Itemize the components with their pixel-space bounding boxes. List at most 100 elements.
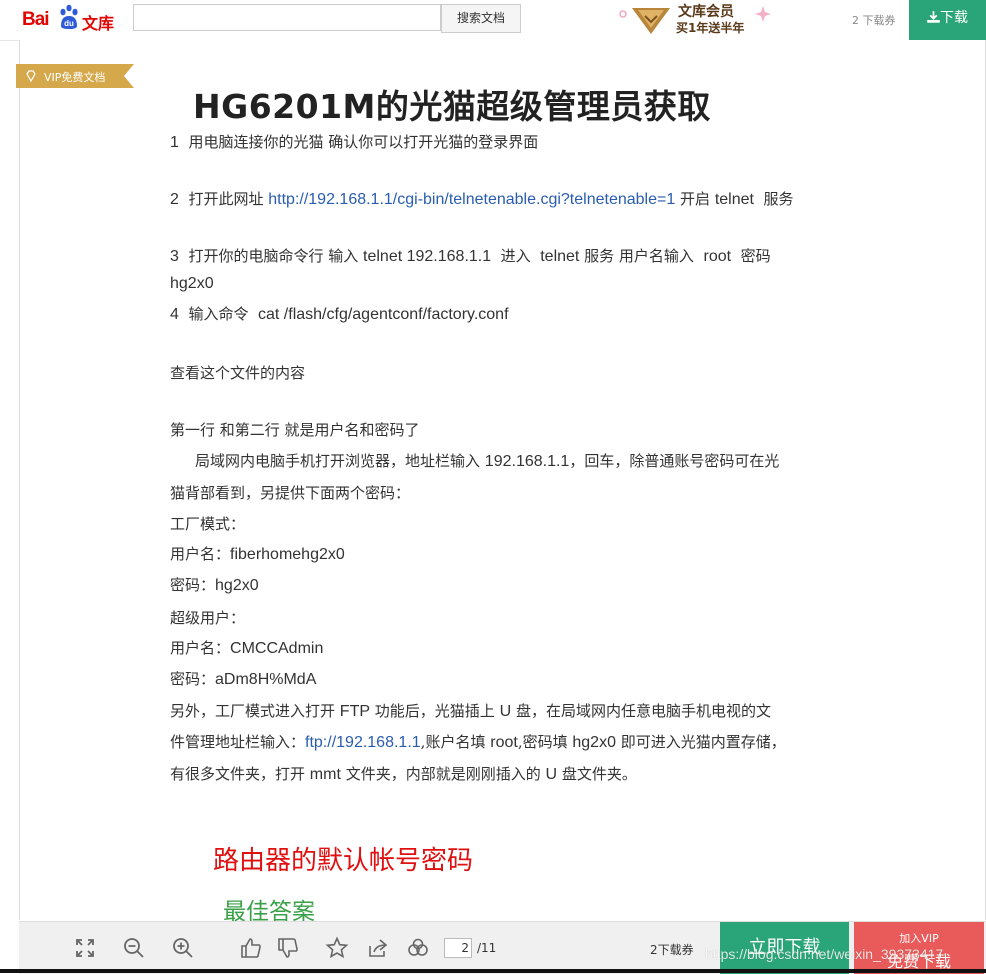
line-text: ,账户名填 bbox=[420, 733, 486, 751]
line-text: 局域网内电脑手机打开浏览器，地址栏输入 bbox=[195, 452, 481, 470]
vip-heart-icon bbox=[619, 8, 670, 34]
window-bottom-edge bbox=[0, 969, 986, 973]
line-text: 有很多文件夹，打开 bbox=[170, 765, 306, 783]
baidu-paw-icon: du bbox=[60, 4, 78, 29]
sparkle-icon bbox=[755, 6, 771, 22]
like-button[interactable] bbox=[239, 936, 263, 960]
thumbs-down-icon bbox=[278, 938, 298, 958]
line-text: U bbox=[499, 703, 512, 720]
zoom-out-icon bbox=[124, 938, 144, 958]
line-text: root bbox=[703, 248, 732, 265]
diamond-icon bbox=[26, 70, 36, 82]
baidu-wenku-logo[interactable]: Bai du 文库 bbox=[22, 4, 118, 33]
line-text: 用户名： bbox=[170, 639, 231, 657]
line-text: 密码 bbox=[740, 247, 771, 265]
doc-line-4: 4 输入命令 cat /flash/cfg/agentconf/factory.… bbox=[170, 303, 509, 324]
vip-free-ribbon: VIP免费文档 bbox=[16, 64, 134, 88]
telnetenable-link[interactable]: http://192.168.1.1/cgi-bin/telnetenable.… bbox=[268, 191, 675, 208]
logo-bai-text: Bai bbox=[22, 9, 50, 30]
line-text: 件管理地址栏输入： bbox=[170, 733, 306, 751]
join-vip-label: 加入VIP bbox=[899, 932, 939, 945]
line-text: ,密码填 bbox=[517, 733, 568, 751]
doc-line-3b: hg2x0 bbox=[170, 274, 214, 293]
favorite-button[interactable] bbox=[325, 936, 349, 960]
line-text: 192.168.1.1 bbox=[484, 453, 570, 470]
doc-line-5: 查看这个文件的内容 bbox=[170, 364, 306, 382]
download-label: 下载 bbox=[940, 10, 968, 26]
super-user-label: 超级用户： bbox=[170, 609, 246, 627]
dislike-button[interactable] bbox=[276, 936, 300, 960]
line-text: 即可进入光猫内置存储， bbox=[620, 733, 786, 751]
vip-promo-subtitle: 买1年送半年 bbox=[676, 21, 745, 35]
ribbon-text: VIP免费文档 bbox=[44, 71, 106, 84]
line-text: 密码： bbox=[170, 576, 216, 594]
zoom-out-button[interactable] bbox=[122, 936, 146, 960]
page-number-input[interactable]: 2 bbox=[444, 938, 472, 958]
line-text: 盘文件夹。 bbox=[561, 765, 637, 783]
logo-wenku-text: 文库 bbox=[82, 14, 115, 33]
related-button[interactable] bbox=[406, 936, 430, 960]
line-text: 开启 bbox=[680, 190, 711, 208]
csdn-watermark: https://blog.csdn.net/weixin_39373417 bbox=[705, 946, 944, 962]
download-icon bbox=[927, 11, 940, 23]
line-text: 服务 用户名输入 bbox=[584, 247, 694, 265]
doc-line-6: 第一行 和第二行 就是用户名和密码了 bbox=[170, 421, 420, 439]
factory-mode-label: 工厂模式： bbox=[170, 515, 246, 533]
vip-promo-title: 文库会员 bbox=[678, 4, 734, 20]
doc-para-2: 另外，工厂模式进入打开 FTP 功能后，光猫插上 U 盘，在局域网内任意电脑手机… bbox=[170, 700, 771, 721]
line-text: hg2x0 bbox=[170, 275, 214, 292]
line-text: telnet 192.168.1.1 bbox=[363, 248, 492, 265]
line-text: telnet bbox=[714, 191, 754, 208]
page-total: /11 bbox=[477, 941, 497, 955]
ftp-link[interactable]: ftp://192.168.1.1 bbox=[305, 734, 421, 751]
line-text: 用户名： bbox=[170, 545, 231, 563]
fullscreen-icon bbox=[76, 939, 94, 957]
line-text: hg2x0 bbox=[215, 577, 259, 594]
fullscreen-button[interactable] bbox=[73, 936, 97, 960]
logo-du-text: du bbox=[64, 19, 74, 28]
line-text: 密码： bbox=[170, 670, 216, 688]
cloud-link-icon bbox=[408, 938, 428, 956]
step-number: 3 bbox=[170, 248, 179, 265]
document-page bbox=[19, 40, 986, 920]
line-text: 打开你的电脑命令行 输入 bbox=[188, 247, 359, 265]
super-user-line: 用户名：CMCCAdmin bbox=[170, 637, 323, 658]
line-text: root bbox=[490, 734, 518, 751]
doc-para-1b: 猫背部看到，另提供下面两个密码： bbox=[170, 484, 411, 502]
line-text: aDm8H%MdA bbox=[215, 671, 317, 688]
line-text: 功能后，光猫插上 bbox=[374, 702, 495, 720]
router-password-heading: 路由器的默认帐号密码 bbox=[213, 846, 474, 876]
line-text: 进入 bbox=[500, 247, 531, 265]
line-text: telnet bbox=[540, 248, 580, 265]
download-button-top[interactable]: 下载 bbox=[909, 0, 986, 40]
share-icon bbox=[369, 939, 388, 957]
thumbs-up-icon bbox=[241, 938, 261, 958]
line-text: FTP bbox=[339, 703, 371, 720]
doc-para-1: 局域网内电脑手机打开浏览器，地址栏输入 192.168.1.1，回车，除普通账号… bbox=[195, 450, 779, 471]
line-text: 盘，在局域网内任意电脑手机电视的文 bbox=[515, 702, 771, 720]
line-text: 用电脑连接你的光猫 确认你可以打开光猫的登录界面 bbox=[188, 133, 539, 151]
line-text: cat /flash/cfg/agentconf/factory.conf bbox=[258, 306, 509, 323]
document-title: HG6201M的光猫超级管理员获取 bbox=[193, 87, 711, 126]
step-number: 1 bbox=[170, 134, 179, 151]
vip-promo-banner[interactable]: 文库会员 买1年送半年 bbox=[615, 0, 775, 38]
factory-pass-line: 密码：hg2x0 bbox=[170, 574, 259, 595]
zoom-in-button[interactable] bbox=[171, 936, 195, 960]
search-button[interactable]: 搜索文档 bbox=[441, 4, 521, 33]
doc-line-2: 2 打开此网址 http://192.168.1.1/cgi-bin/telne… bbox=[170, 188, 794, 209]
step-number: 4 bbox=[170, 306, 179, 323]
voucher-count: 2 下载券 bbox=[852, 14, 896, 27]
share-button[interactable] bbox=[366, 936, 390, 960]
doc-para-4: 有很多文件夹，打开 mmt 文件夹，内部就是刚刚插入的 U 盘文件夹。 bbox=[170, 763, 637, 784]
line-text: fiberhomehg2x0 bbox=[230, 546, 345, 563]
line-text: mmt bbox=[309, 766, 341, 783]
top-bar: Bai du 文库 搜索文档 文库会员 买1年送半年 2 下载券 下载 bbox=[0, 0, 986, 41]
line-text: 输入命令 bbox=[188, 305, 249, 323]
zoom-in-icon bbox=[173, 938, 193, 958]
line-text: U bbox=[545, 766, 558, 783]
search-input[interactable] bbox=[133, 4, 441, 31]
doc-line-3: 3 打开你的电脑命令行 输入 telnet 192.168.1.1 进入 tel… bbox=[170, 245, 771, 266]
line-text: 文件夹，内部就是刚刚插入的 bbox=[345, 765, 541, 783]
line-text: hg2x0 bbox=[572, 734, 616, 751]
line-text: 服务 bbox=[763, 190, 794, 208]
